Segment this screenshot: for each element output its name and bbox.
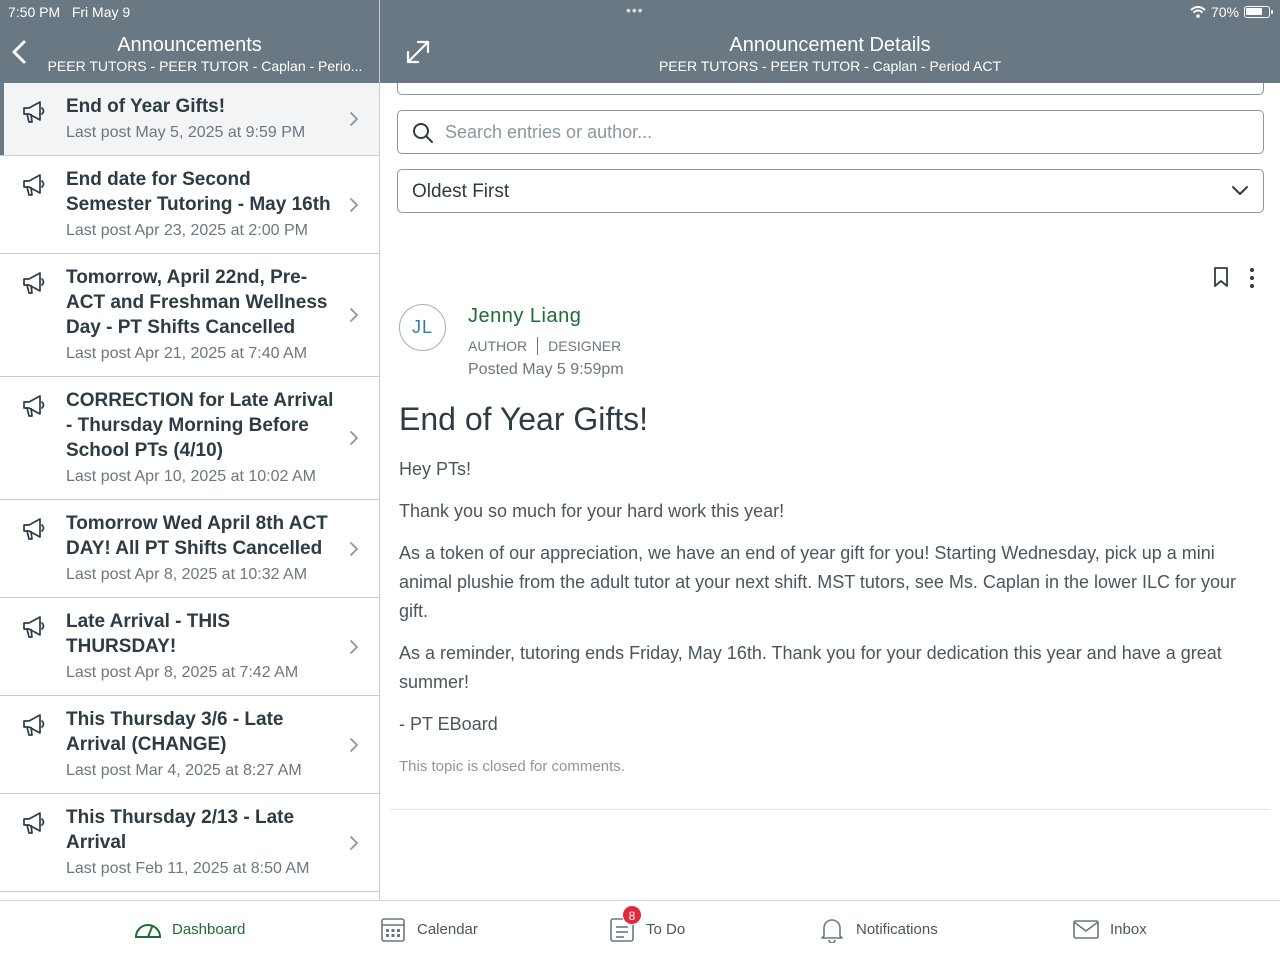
author-roles: AUTHOR DESIGNER <box>468 337 621 355</box>
list-item-title: CORRECTION for Late Arrival - Thursday M… <box>66 390 334 461</box>
chevron-right-icon <box>350 308 358 322</box>
todo-icon-wrap: 8 <box>608 905 642 943</box>
posted-date: Posted May 5 9:59pm <box>468 361 624 378</box>
author-name[interactable]: Jenny Liang <box>468 305 581 328</box>
comments-closed-note: This topic is closed for comments. <box>399 758 625 775</box>
details-title: Announcement Details <box>729 34 931 56</box>
list-item-title: This Thursday 3/6 - Late Arrival (CHANGE… <box>66 709 284 755</box>
tab-notifications[interactable]: Notifications <box>818 915 938 943</box>
list-item-meta: Last post Apr 23, 2025 at 2:00 PM <box>66 222 308 239</box>
tab-notifications-label: Notifications <box>856 920 938 938</box>
battery-percent: 70% <box>1210 4 1239 20</box>
chevron-right-icon <box>350 835 358 850</box>
list-item[interactable]: Late Arrival - THIS THURSDAY! Last post A… <box>0 598 379 696</box>
megaphone-icon <box>23 272 45 294</box>
announcement-detail: Oldest First JL Jenny Liang AUTHOR DESIG… <box>380 83 1280 900</box>
list-item[interactable]: Tomorrow, April 22nd, Pre-ACT and Freshm… <box>0 254 379 377</box>
todo-badge: 8 <box>622 905 642 925</box>
list-item[interactable]: Tomorrow Wed April 8th ACT DAY! All PT S… <box>0 500 379 598</box>
calendar-icon <box>381 918 405 942</box>
tab-dashboard[interactable]: Dashboard <box>134 915 245 943</box>
list-item[interactable]: This Thursday 3/6 - Late Arrival (CHANGE… <box>0 696 379 794</box>
bell-icon <box>821 919 843 943</box>
sort-selected-value: Oldest First <box>412 181 510 202</box>
chevron-right-icon <box>350 541 358 556</box>
chevron-right-icon <box>350 112 358 126</box>
multitask-dots[interactable]: ••• <box>626 2 644 18</box>
search-field[interactable] <box>397 110 1264 154</box>
list-item-title: Tomorrow, April 22nd, Pre-ACT and Freshm… <box>66 267 328 338</box>
role-designer: DESIGNER <box>548 338 622 354</box>
tab-todo-label: To Do <box>646 920 686 938</box>
post-paragraph: Hey PTs! <box>399 459 472 479</box>
bookmark-icon[interactable] <box>1212 266 1230 288</box>
details-subtitle: PEER TUTORS - PEER TUTOR - Caplan - Peri… <box>658 58 1002 74</box>
megaphone-icon <box>23 812 45 834</box>
list-item-meta: Last post Apr 10, 2025 at 10:02 AM <box>66 468 316 485</box>
list-item-title: End date for Second Semester Tutoring - … <box>66 169 331 215</box>
list-item-meta: Last post Mar 4, 2025 at 8:27 AM <box>66 762 302 779</box>
dashboard-icon <box>134 924 162 938</box>
list-item-meta: Last post Apr 21, 2025 at 7:40 AM <box>66 345 308 362</box>
announcement-list: End of Year Gifts! Last post May 5, 2025 … <box>0 83 379 900</box>
list-item-title: End of Year Gifts! <box>66 96 226 117</box>
list-item-meta: Last post Feb 11, 2025 at 8:50 AM <box>66 860 310 877</box>
role-author: AUTHOR <box>468 338 528 354</box>
megaphone-icon <box>23 395 45 417</box>
chevron-right-icon <box>350 431 358 445</box>
battery-icon <box>1244 6 1273 18</box>
post-paragraph: - PT EBoard <box>399 714 498 734</box>
list-item[interactable]: This Thursday 2/13 - Late Arrival Last po… <box>0 794 379 892</box>
list-item[interactable]: CORRECTION for Late Arrival - Thursday M… <box>0 377 379 500</box>
list-item[interactable]: End of Year Gifts! Last post May 5, 2025 … <box>0 83 379 156</box>
more-options-icon[interactable] <box>1248 267 1256 289</box>
megaphone-icon <box>23 518 45 540</box>
divider <box>390 809 1270 810</box>
list-item-title: Late Arrival - THIS THURSDAY! <box>66 611 231 657</box>
status-bar: 7:50 PM Fri May 9 ••• 70% <box>0 0 1280 24</box>
role-divider <box>537 337 539 355</box>
post-paragraph: As a token of our appreciation, we have … <box>399 543 1237 621</box>
list-item-meta: Last post May 5, 2025 at 9:59 PM <box>66 124 306 141</box>
chevron-right-icon <box>350 737 358 752</box>
search-input[interactable] <box>445 111 1245 153</box>
search-icon <box>413 123 433 143</box>
post-paragraph: Thank you so much for your hard work thi… <box>399 501 785 521</box>
page-title: Announcements <box>117 34 262 56</box>
envelope-icon <box>1073 920 1099 939</box>
tab-calendar-label: Calendar <box>417 920 478 938</box>
chevron-right-icon <box>350 639 358 654</box>
status-right: 70% <box>1190 4 1273 20</box>
sort-dropdown[interactable]: Oldest First <box>397 169 1264 213</box>
post-paragraph: As a reminder, tutoring ends Friday, May… <box>399 643 1222 692</box>
tab-calendar[interactable]: Calendar <box>379 915 478 943</box>
tab-inbox-label: Inbox <box>1110 920 1147 938</box>
tab-todo[interactable]: 8 To Do <box>608 905 686 943</box>
megaphone-icon <box>23 174 45 196</box>
megaphone-icon <box>23 616 45 638</box>
scrolled-field <box>397 83 1264 95</box>
tab-dashboard-label: Dashboard <box>172 920 246 938</box>
chevron-right-icon <box>350 197 358 212</box>
list-item-meta: Last post Apr 8, 2025 at 10:32 AM <box>66 566 308 583</box>
course-subtitle: PEER TUTORS - PEER TUTOR - Caplan - Peri… <box>47 58 363 74</box>
list-item-meta: Last post Apr 8, 2025 at 7:42 AM <box>66 664 299 681</box>
post-title: End of Year Gifts! <box>399 401 649 437</box>
list-item-title: Tomorrow Wed April 8th ACT DAY! All PT S… <box>66 513 328 559</box>
tab-bar: Dashboard Calendar 8 To Do Notifications <box>0 900 1280 960</box>
list-item[interactable]: Peer Tutor Resumes - Monday <box>0 892 379 900</box>
megaphone-icon <box>23 714 45 736</box>
list-item[interactable]: End date for Second Semester Tutoring - … <box>0 156 379 254</box>
tab-inbox[interactable]: Inbox <box>1072 915 1147 943</box>
list-item-title: This Thursday 2/13 - Late Arrival <box>66 807 295 853</box>
post-body: Hey PTs! Thank you so much for your hard… <box>399 455 1259 752</box>
avatar[interactable]: JL <box>399 304 446 351</box>
wifi-icon <box>1190 6 1206 18</box>
megaphone-icon <box>23 101 45 123</box>
status-time: 7:50 PM Fri May 9 <box>8 4 131 20</box>
chevron-down-icon <box>1232 186 1248 195</box>
